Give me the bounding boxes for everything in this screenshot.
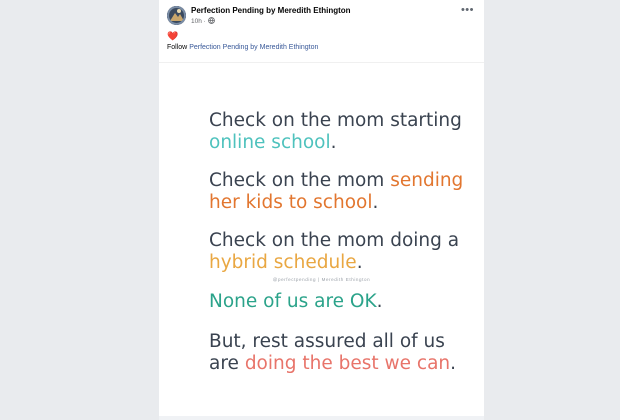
block3-line2: hybrid schedule. — [209, 252, 363, 273]
block2-highlight1: sending — [390, 170, 464, 191]
card-bottom-divider — [159, 416, 484, 420]
post-time[interactable]: 10h · — [191, 18, 206, 25]
follow-page-link[interactable]: Perfection Pending by Meredith Ethington — [189, 44, 318, 51]
heart-emoji: ❤️ — [167, 31, 179, 41]
post-image[interactable]: Check on the mom starting online school.… — [159, 62, 484, 418]
block5-highlight: doing the best we can — [244, 353, 451, 374]
block1-highlight: online school — [209, 132, 331, 153]
block3-period: . — [356, 252, 363, 273]
follow-prefix: Follow — [167, 44, 188, 51]
block2-line2: her kids to school. — [209, 192, 378, 213]
block5-period: . — [450, 353, 457, 374]
more-options-icon[interactable]: ••• — [461, 5, 474, 16]
post-header: Perfection Pending by Meredith Ethington… — [167, 4, 476, 32]
block2-start: Check on the mom — [209, 170, 391, 191]
block4-period: . — [376, 291, 383, 312]
block2-period: . — [372, 192, 379, 213]
block5-start: are — [209, 353, 245, 374]
block1-period: . — [330, 132, 337, 153]
block1-line2: online school. — [209, 132, 337, 153]
watermark: @perfectpending | Meredith Ethington — [272, 277, 371, 282]
block1-line1: Check on the mom starting — [209, 110, 462, 131]
block5-line1: But, rest assured all of us — [209, 331, 445, 352]
follow-line: Follow Perfection Pending by Meredith Et… — [167, 44, 318, 51]
post-meta: 10h · — [191, 17, 215, 25]
globe-icon — [207, 17, 215, 24]
block3-line1: Check on the mom doing a — [209, 230, 460, 251]
block5-line2: are doing the best we can. — [209, 353, 456, 374]
page-name-link[interactable]: Perfection Pending by Meredith Ethington — [191, 6, 351, 15]
block3-highlight: hybrid schedule — [209, 252, 357, 273]
block2-highlight2: her kids to school — [209, 192, 373, 213]
block2-line1: Check on the mom sending — [209, 170, 463, 191]
post-card: Perfection Pending by Meredith Ethington… — [159, 0, 484, 420]
block4-highlight: None of us are OK — [209, 291, 377, 312]
page-avatar[interactable] — [167, 6, 186, 25]
block4-line: None of us are OK. — [209, 291, 382, 312]
